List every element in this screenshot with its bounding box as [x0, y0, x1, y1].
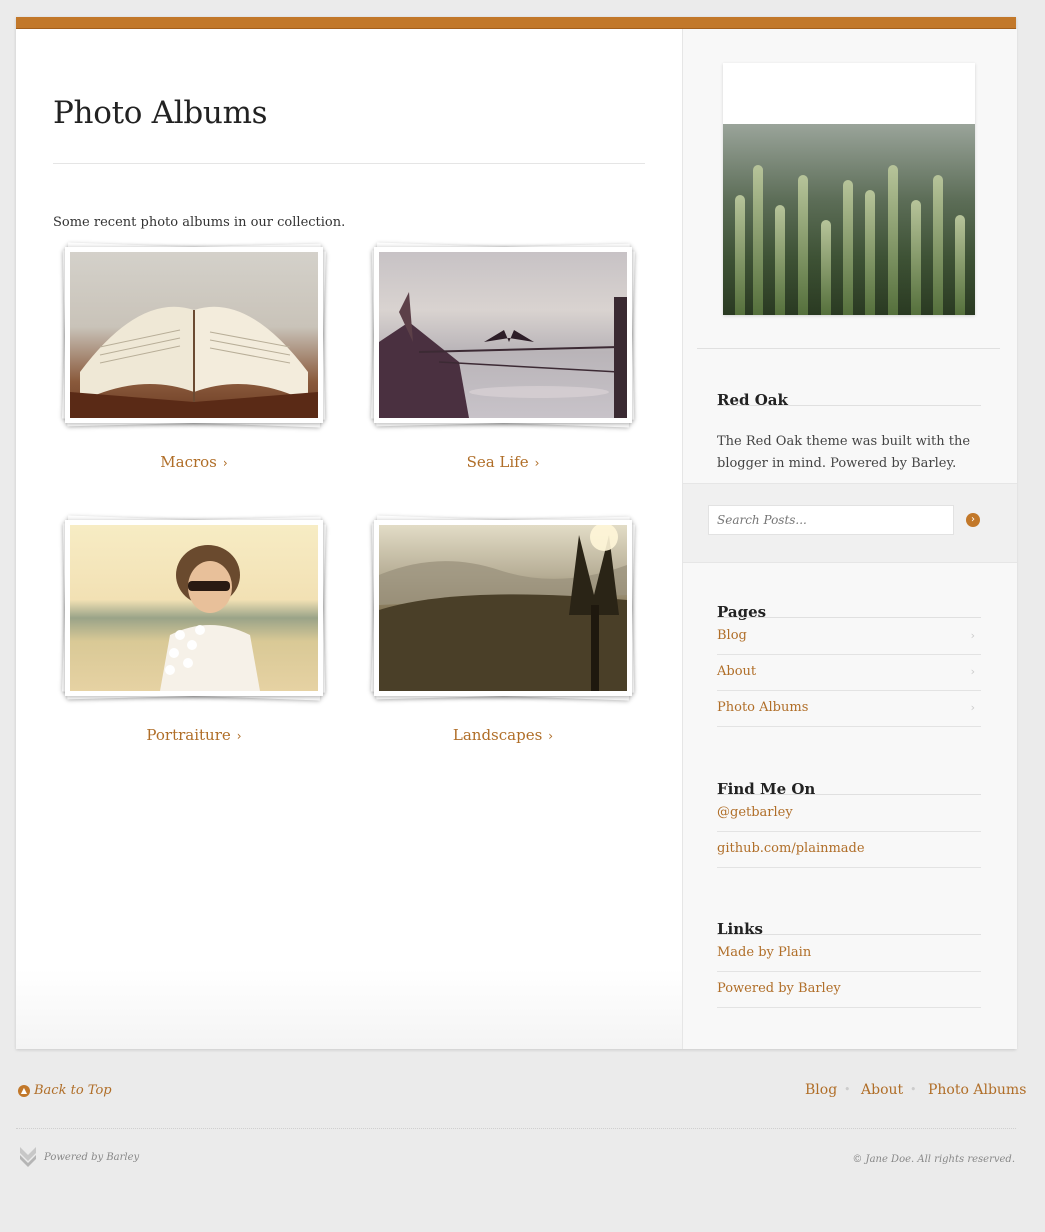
link-label: @getbarley [717, 805, 793, 820]
album-cover-image [379, 252, 627, 418]
album-link-sea-life[interactable]: Sea Life › [368, 453, 638, 471]
sidebar-divider [697, 348, 1000, 349]
album-card-portraiture[interactable]: Portraiture › [59, 514, 329, 754]
footer-separator: • [844, 1083, 851, 1096]
copyright-text: © Jane Doe. All rights reserved. [852, 1154, 1015, 1165]
album-cover[interactable] [374, 247, 632, 423]
link-label: Made by Plain [717, 945, 812, 960]
album-cover-image [70, 252, 318, 418]
accent-top-bar [16, 17, 1016, 29]
title-divider [53, 163, 645, 164]
photo-stack [368, 514, 638, 704]
album-cover-image [70, 525, 318, 691]
heading-divider [717, 405, 981, 406]
powered-by-text[interactable]: Powered by Barley [44, 1152, 139, 1163]
link-github[interactable]: github.com/plainmade [717, 831, 981, 868]
footer-divider [16, 1128, 1016, 1129]
sidebar-item-label: About [717, 664, 757, 679]
chevron-right-icon: › [222, 456, 228, 470]
photo-stack [59, 514, 329, 704]
album-cover[interactable] [65, 520, 323, 696]
footer-nav-blog[interactable]: Blog [805, 1082, 837, 1098]
sidebar: Red Oak The Red Oak theme was built with… [682, 29, 1017, 1049]
wheat-field-image [723, 124, 975, 315]
album-card-macros[interactable]: Macros › [59, 241, 329, 481]
album-cover[interactable] [65, 247, 323, 423]
barley-logo-icon[interactable] [19, 1145, 37, 1169]
sidebar-item-about[interactable]: About › [717, 654, 981, 691]
link-made-by-plain[interactable]: Made by Plain [717, 935, 981, 972]
search-section: › [683, 483, 1017, 563]
album-cover[interactable] [374, 520, 632, 696]
chevron-right-icon: › [548, 729, 554, 743]
back-to-top-link[interactable]: ▲ Back to Top [18, 1083, 112, 1098]
chevron-right-icon: › [534, 456, 540, 470]
intro-text: Some recent photo albums in our collecti… [53, 215, 346, 230]
footer-separator: • [910, 1083, 917, 1096]
chevron-right-icon: › [970, 629, 975, 642]
link-powered-by-barley[interactable]: Powered by Barley [717, 971, 981, 1008]
page-frame: Photo Albums Some recent photo albums in… [16, 17, 1017, 1049]
footer-nav-photo-albums[interactable]: Photo Albums [928, 1082, 1026, 1098]
chevron-right-icon: › [970, 701, 975, 714]
about-heading: Red Oak [717, 391, 788, 409]
sidebar-item-label: Blog [717, 628, 747, 643]
photo-stack [59, 241, 329, 431]
sidebar-item-label: Photo Albums [717, 700, 809, 715]
back-to-top-label: Back to Top [34, 1083, 112, 1098]
search-input[interactable] [708, 505, 954, 535]
main-content: Photo Albums Some recent photo albums in… [16, 29, 682, 1049]
album-link-portraiture[interactable]: Portraiture › [59, 726, 329, 744]
album-label: Macros [160, 453, 217, 471]
arrow-right-circle-icon[interactable]: › [966, 513, 980, 527]
album-card-landscapes[interactable]: Landscapes › [368, 514, 638, 754]
photo-stack [368, 241, 638, 431]
sidebar-item-photo-albums[interactable]: Photo Albums › [717, 690, 981, 727]
album-link-macros[interactable]: Macros › [59, 453, 329, 471]
sidebar-feature-image [723, 63, 975, 315]
about-text: The Red Oak theme was built with the blo… [717, 434, 971, 471]
album-label: Landscapes [452, 726, 543, 744]
album-label: Portraiture [146, 726, 231, 744]
arrow-up-circle-icon: ▲ [18, 1085, 30, 1097]
album-cover-image [379, 525, 627, 691]
album-card-sea-life[interactable]: Sea Life › [368, 241, 638, 481]
album-label: Sea Life [466, 453, 529, 471]
link-label: Powered by Barley [717, 981, 841, 996]
link-label: github.com/plainmade [717, 841, 865, 856]
album-link-landscapes[interactable]: Landscapes › [368, 726, 638, 744]
chevron-right-icon: › [970, 665, 975, 678]
content-fade [16, 969, 682, 1049]
page-title: Photo Albums [53, 95, 268, 131]
link-getbarley[interactable]: @getbarley [717, 795, 981, 832]
sidebar-item-blog[interactable]: Blog › [717, 618, 981, 655]
chevron-right-icon: › [236, 729, 242, 743]
footer-nav-about[interactable]: About [861, 1082, 903, 1098]
